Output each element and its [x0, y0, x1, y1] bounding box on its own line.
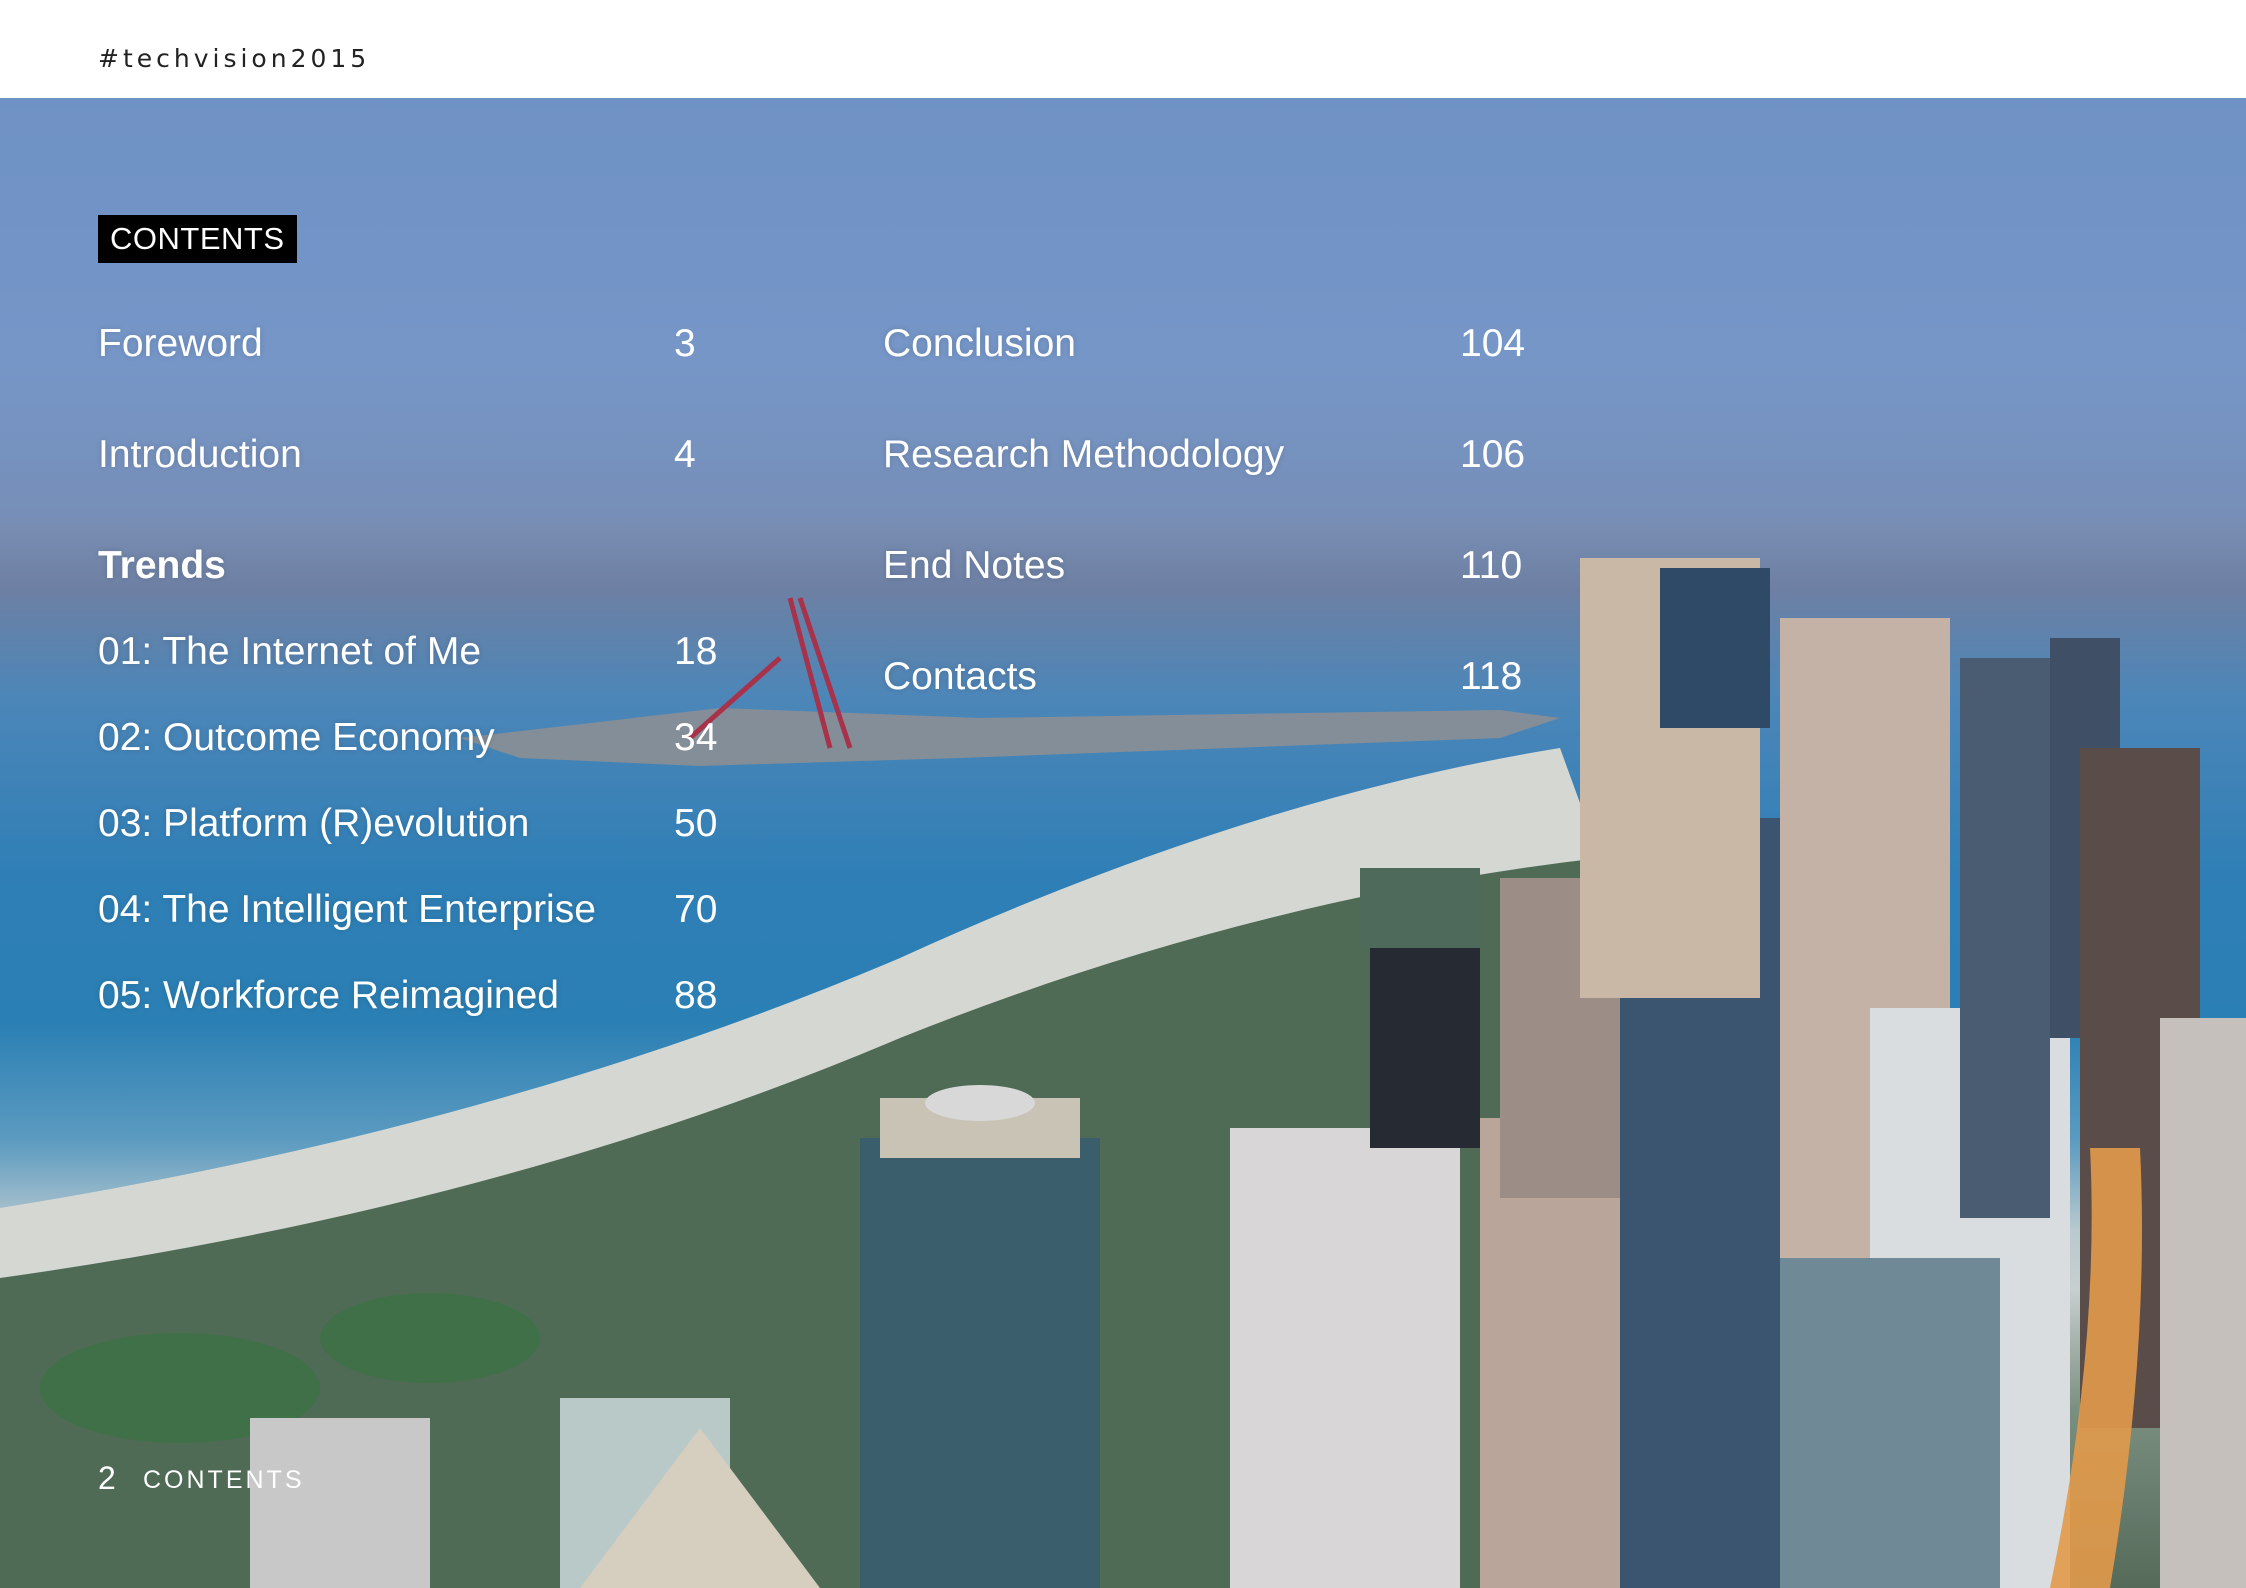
- toc-section-trends[interactable]: Trends: [98, 544, 226, 588]
- toc-item-introduction[interactable]: Introduction: [98, 433, 302, 477]
- toc-page-conclusion: 104: [1460, 322, 1526, 365]
- toc-page-introduction: 4: [674, 433, 696, 476]
- toc-item-trend-01[interactable]: 01: The Internet of Me: [98, 630, 481, 674]
- toc-item-trend-05[interactable]: 05: Workforce Reimagined: [98, 974, 559, 1018]
- toc-item-conclusion[interactable]: Conclusion: [883, 322, 1076, 366]
- toc-page-end-notes: 110: [1460, 544, 1523, 587]
- toc-item-trend-02[interactable]: 02: Outcome Economy: [98, 716, 495, 760]
- toc-page-trend-02: 34: [674, 716, 718, 759]
- toc-item-contacts[interactable]: Contacts: [883, 655, 1037, 699]
- toc-item-trend-03[interactable]: 03: Platform (R)evolution: [98, 802, 529, 846]
- toc-page-trend-03: 50: [674, 802, 718, 845]
- hashtag: #techvision2015: [98, 44, 371, 73]
- toc-item-trend-04[interactable]: 04: The Intelligent Enterprise: [98, 888, 596, 932]
- header-bar: #techvision2015: [0, 0, 2246, 98]
- toc-page-research-methodology: 106: [1460, 433, 1526, 476]
- toc-item-research-methodology[interactable]: Research Methodology: [883, 433, 1284, 477]
- toc-page-trend-01: 18: [674, 630, 718, 673]
- toc-item-foreword[interactable]: Foreword: [98, 322, 263, 366]
- toc-page-trend-05: 88: [674, 974, 718, 1017]
- contents-heading-tag: CONTENTS: [98, 215, 297, 263]
- toc-page-trend-04: 70: [674, 888, 718, 931]
- toc-item-end-notes[interactable]: End Notes: [883, 544, 1065, 588]
- toc-page-foreword: 3: [674, 322, 696, 365]
- footer-section-label: CONTENTS: [143, 1466, 305, 1494]
- toc-page-contacts: 118: [1460, 655, 1523, 698]
- page-number: 2: [98, 1460, 116, 1496]
